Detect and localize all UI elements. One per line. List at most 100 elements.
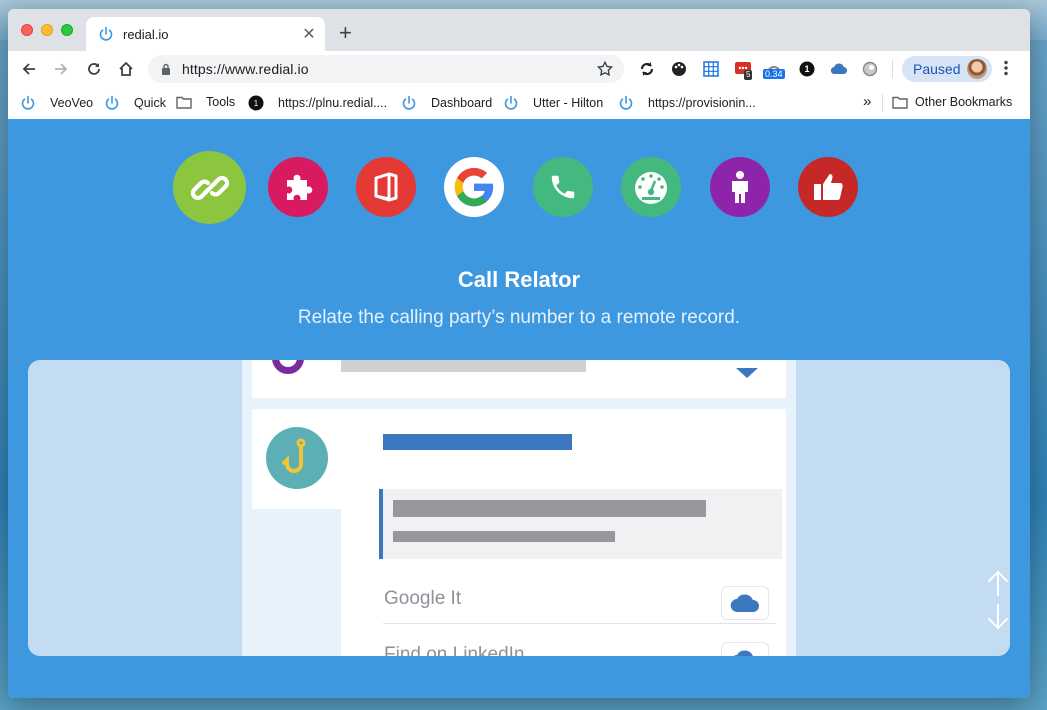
back-button[interactable] <box>18 58 40 80</box>
thumbs-up-icon <box>814 174 843 200</box>
cloud-extension-icon[interactable] <box>830 60 848 78</box>
preview-card-sidebar <box>252 509 341 656</box>
google-icon <box>454 167 494 207</box>
feature-phone-button[interactable] <box>533 157 593 217</box>
folder-icon <box>176 96 199 109</box>
bookmark-item[interactable]: Utter - Hilton <box>503 95 603 111</box>
bookmark-item[interactable]: 1 https://plnu.redial.... <box>248 95 387 111</box>
feature-preview: Google It Find on LinkedIn <box>28 360 1010 656</box>
feature-dashboard-button[interactable] <box>621 157 681 217</box>
bookmark-label: Tools <box>206 95 236 109</box>
scroll-arrows-icon[interactable] <box>986 569 1010 631</box>
reload-button[interactable] <box>83 58 105 80</box>
browser-menu-icon[interactable] <box>1004 60 1008 76</box>
cloud-button[interactable] <box>721 586 769 620</box>
cloud-icon <box>730 594 759 613</box>
power-icon <box>20 95 43 111</box>
bookmark-item[interactable]: https://provisionin... <box>618 95 756 111</box>
bookmarks-divider <box>882 94 883 112</box>
preview-avatar-ring <box>272 360 304 374</box>
feature-link-button[interactable] <box>173 151 246 224</box>
page-content: Call Relator Relate the calling party’s … <box>8 119 1030 698</box>
cloud-button[interactable] <box>721 642 769 656</box>
other-bookmarks-folder[interactable]: Other Bookmarks <box>892 95 1012 109</box>
forward-button[interactable] <box>50 58 72 80</box>
profile-button[interactable]: Paused <box>902 56 992 82</box>
feature-person-button[interactable] <box>710 157 770 217</box>
find-on-linkedin-action[interactable]: Find on LinkedIn <box>383 631 776 656</box>
close-window-button[interactable] <box>21 24 33 36</box>
preview-placeholder-bar <box>341 360 586 372</box>
home-button[interactable] <box>115 58 137 80</box>
todoist-extension-icon[interactable]: 5 <box>734 60 753 80</box>
preview-panel: Google It Find on LinkedIn <box>242 360 796 656</box>
sync-extension-icon[interactable] <box>638 60 656 78</box>
extension-badge-value: 0.34 <box>763 69 785 79</box>
bookmark-item[interactable]: Tools <box>176 95 235 109</box>
tab-close-icon[interactable]: ✕ <box>299 24 319 44</box>
feature-google-button[interactable] <box>444 157 504 217</box>
power-icon <box>99 26 113 41</box>
title-bar: redial.io ✕ + <box>8 9 1030 51</box>
metric-extension-icon[interactable]: 0.34 <box>763 60 785 79</box>
puzzle-icon <box>287 174 313 200</box>
new-tab-button[interactable]: + <box>339 22 352 44</box>
bookmarks-bar: VeoVeo Quick Tools 1 https://plnu.redial....… <box>8 86 1030 120</box>
bookmark-label: Quick <box>134 96 166 110</box>
reload-icon <box>88 63 100 75</box>
phone-icon <box>551 175 575 199</box>
grid-extension-icon[interactable] <box>702 60 720 78</box>
preview-title-bar <box>383 434 572 450</box>
chevron-down-icon[interactable] <box>736 368 758 378</box>
url-text: https://www.redial.io <box>182 61 309 77</box>
home-icon <box>119 61 133 76</box>
feature-thumbs-up-button[interactable] <box>798 157 858 217</box>
office-icon <box>374 172 398 202</box>
browser-tab[interactable]: redial.io ✕ <box>86 17 325 51</box>
preview-card-top <box>252 360 786 398</box>
bookmark-label: Dashboard <box>431 96 493 110</box>
tab-title: redial.io <box>123 26 169 42</box>
power-icon <box>618 95 641 111</box>
preview-text-line <box>393 531 615 542</box>
back-arrow-icon <box>22 63 35 75</box>
folder-icon <box>892 96 908 109</box>
circle-extension-icon[interactable] <box>861 60 879 78</box>
bookmark-label: VeoVeo <box>50 96 94 110</box>
other-bookmarks-label: Other Bookmarks <box>915 95 1013 109</box>
bookmark-item[interactable]: Dashboard <box>401 95 492 111</box>
power-icon <box>104 95 127 111</box>
action-label: Google It <box>384 588 462 609</box>
onepassword-label: 1 <box>804 64 810 74</box>
power-icon <box>401 95 424 111</box>
feature-office-button[interactable] <box>356 157 416 217</box>
onepassword-extension-icon[interactable]: 1 <box>798 60 816 78</box>
browser-window: redial.io ✕ + https://www.redial.io 5 0.… <box>8 9 1030 698</box>
dashboard-icon <box>635 172 667 204</box>
bookmark-star-icon[interactable] <box>596 60 614 78</box>
fishhook-icon <box>282 438 306 473</box>
maximize-window-button[interactable] <box>61 24 73 36</box>
hook-avatar <box>266 427 328 489</box>
cloud-icon <box>733 650 753 656</box>
forward-arrow-icon <box>55 63 68 75</box>
palette-extension-icon[interactable] <box>670 60 688 78</box>
link-icon <box>190 175 229 200</box>
minimize-window-button[interactable] <box>41 24 53 36</box>
bookmark-label: Utter - Hilton <box>533 96 604 110</box>
address-bar[interactable]: https://www.redial.io <box>148 55 624 83</box>
avatar <box>967 59 987 79</box>
bookmark-label: https://plnu.redial.... <box>278 96 388 110</box>
preview-card: Google It Find on LinkedIn <box>252 409 786 656</box>
lock-icon <box>162 63 170 75</box>
bookmark-item[interactable]: VeoVeo <box>20 95 93 111</box>
svg-text:1: 1 <box>254 99 259 108</box>
preview-text-line <box>393 500 706 517</box>
feature-puzzle-button[interactable] <box>268 157 328 217</box>
google-it-action[interactable]: Google It <box>383 575 776 624</box>
bookmarks-overflow-button[interactable]: » <box>863 93 871 110</box>
power-icon <box>503 95 526 111</box>
browser-toolbar: https://www.redial.io 5 0.34 1 Paused <box>8 51 1030 86</box>
extension-badge-count: 5 <box>744 70 753 80</box>
bookmark-item[interactable]: Quick <box>104 95 166 111</box>
